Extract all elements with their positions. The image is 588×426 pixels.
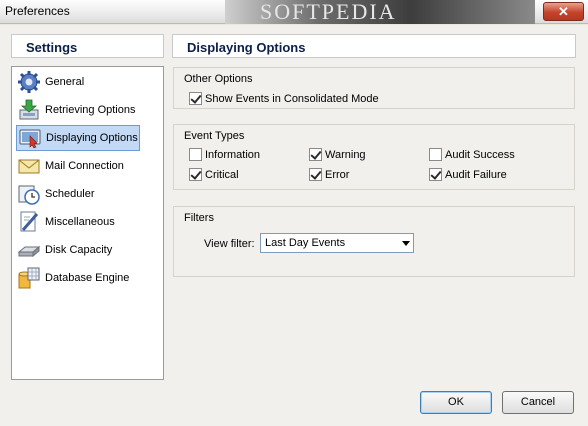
sidebar-item-label: Mail Connection [45,160,124,172]
event-types-group: Event Types Information Warning Audit Su… [173,124,575,190]
checkbox-label: Audit Failure [445,168,507,181]
checkbox-box[interactable] [309,148,322,161]
gear-icon [17,70,41,94]
checkbox-label: Critical [205,168,239,181]
checkbox-label: Warning [325,148,366,161]
sidebar-item-label: General [45,76,85,88]
view-filter-select[interactable]: Last Day Events [260,233,414,253]
error-checkbox[interactable]: Error [309,168,349,181]
sidebar-item-database-engine[interactable]: Database Engine [16,265,140,291]
disk-icon [17,238,41,262]
view-filter-value: Last Day Events [265,237,346,249]
checkbox-label: Audit Success [445,148,515,161]
checkbox-box[interactable] [189,168,202,181]
displaying-options-header: Displaying Options [172,34,576,58]
sidebar-item-miscellaneous[interactable]: Miscellaneous [16,209,140,235]
sidebar-item-label: Displaying Options [46,132,138,144]
dialog-client: Settings Displaying Options General Retr… [0,25,588,426]
sidebar-item-displaying-options[interactable]: Displaying Options [16,125,140,151]
window-title: Preferences [5,4,70,18]
sidebar-item-label: Miscellaneous [45,216,115,228]
filters-title: Filters [184,212,214,224]
checkbox-box[interactable] [189,148,202,161]
database-icon [17,266,41,290]
warning-checkbox[interactable]: Warning [309,148,366,161]
critical-checkbox[interactable]: Critical [189,168,239,181]
title-bar: Preferences SOFTPEDIA ✕ [0,0,588,24]
sidebar-item-label: Scheduler [45,188,95,200]
settings-header: Settings [11,34,164,58]
view-filter-label: View filter: [204,238,255,250]
close-button[interactable]: ✕ [543,2,584,21]
checkbox-label: Error [325,168,350,181]
download-icon [17,98,41,122]
sidebar-item-mail-connection[interactable]: Mail Connection [16,153,140,179]
information-checkbox[interactable]: Information [189,148,260,161]
cancel-button[interactable]: Cancel [502,391,574,414]
audit-failure-checkbox[interactable]: Audit Failure [429,168,507,181]
checkbox-box[interactable] [429,168,442,181]
ok-button[interactable]: OK [420,391,492,414]
other-options-title: Other Options [184,73,253,85]
checkbox-box[interactable] [429,148,442,161]
chevron-down-icon[interactable] [402,241,410,246]
sidebar-item-label: Disk Capacity [45,244,113,256]
sidebar-item-general[interactable]: General [16,69,140,95]
other-options-group: Other Options Show Events in Consolidate… [173,67,575,109]
sidebar-item-disk-capacity[interactable]: Disk Capacity [16,237,140,263]
tools-icon [17,210,41,234]
event-types-title: Event Types [184,130,245,142]
sidebar-item-scheduler[interactable]: Scheduler [16,181,140,207]
checkbox-label: Information [205,148,261,161]
checkbox-label: Show Events in Consolidated Mode [205,92,379,105]
softpedia-watermark: SOFTPEDIA [225,0,535,24]
checkbox-box[interactable] [309,168,322,181]
checkbox-box[interactable] [189,92,202,105]
show-consolidated-checkbox[interactable]: Show Events in Consolidated Mode [189,92,379,105]
settings-sidebar: General Retrieving Options Displaying Op… [11,66,164,380]
display-icon [18,126,42,150]
sidebar-item-label: Retrieving Options [45,104,136,116]
clock-icon [17,182,41,206]
sidebar-item-label: Database Engine [45,272,130,284]
mail-icon [17,154,41,178]
sidebar-item-retrieving-options[interactable]: Retrieving Options [16,97,140,123]
audit-success-checkbox[interactable]: Audit Success [429,148,515,161]
